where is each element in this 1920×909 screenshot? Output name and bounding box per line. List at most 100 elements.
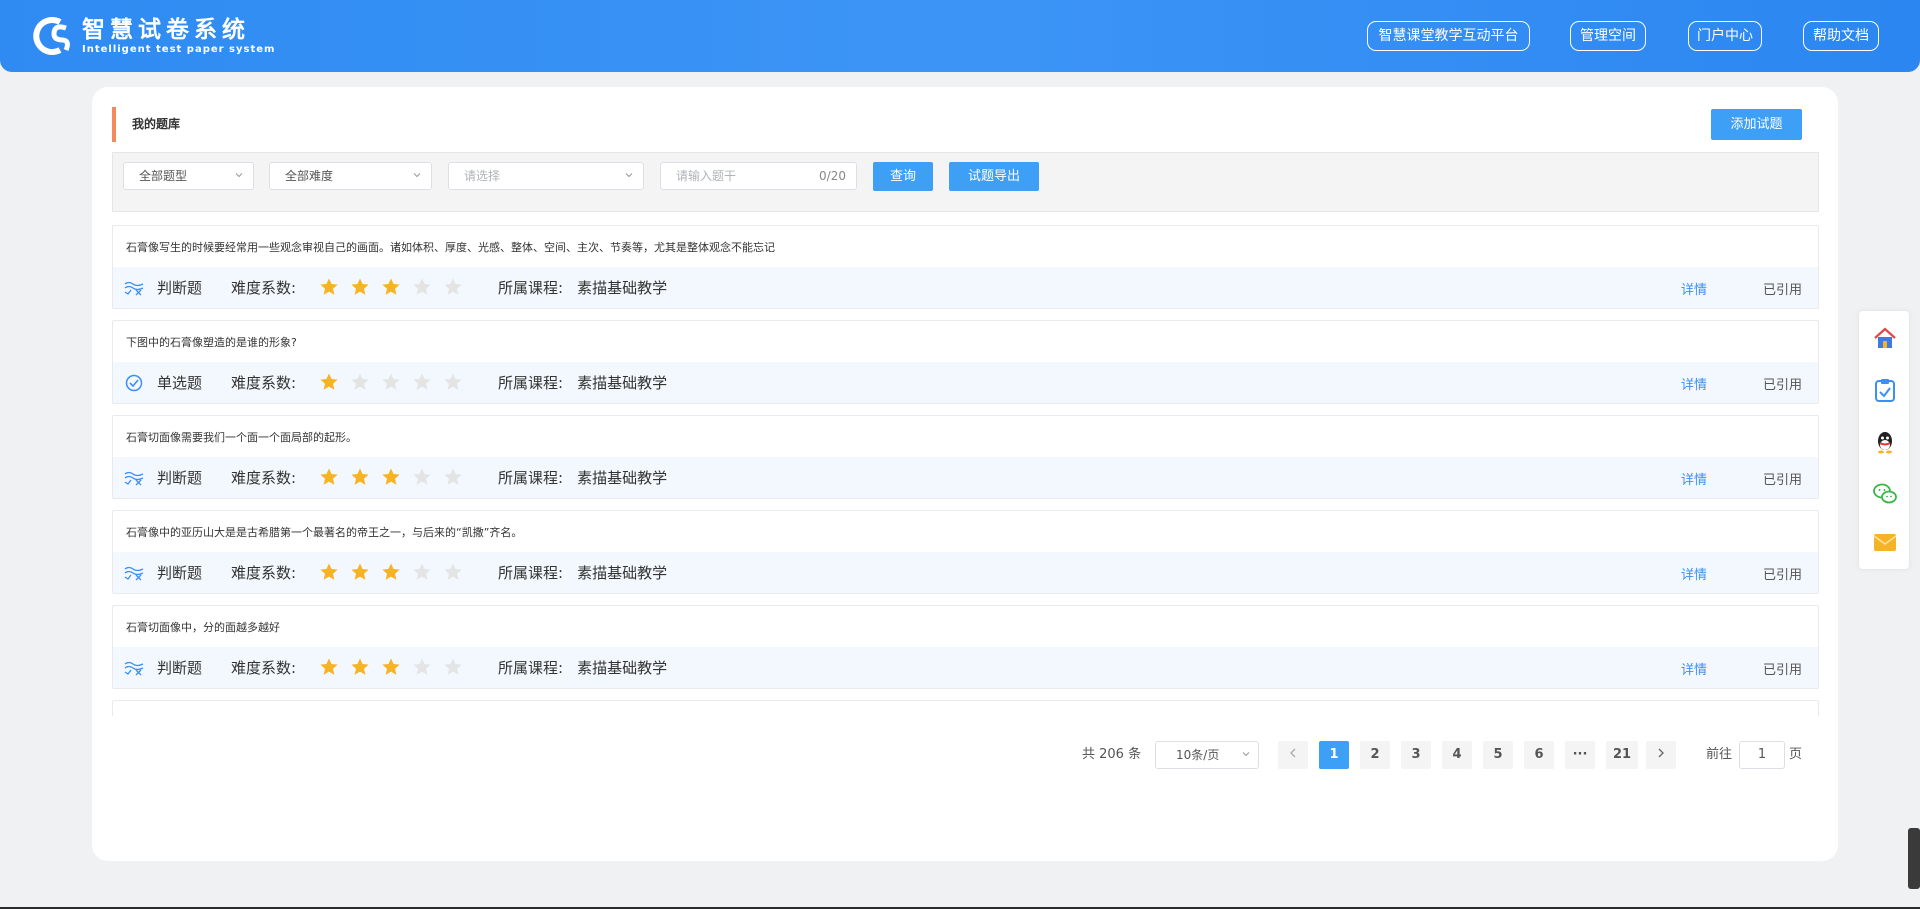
star-filled-icon: [382, 278, 400, 295]
difficulty-select[interactable]: 全部难度: [269, 162, 432, 190]
cited-status: 已引用: [1763, 473, 1803, 488]
question-type: 单选题: [157, 374, 203, 392]
check-circle-icon: [125, 374, 143, 392]
scrollbar-thumb[interactable]: [1908, 828, 1920, 889]
star-filled-icon: [382, 468, 400, 485]
cited-status: 已引用: [1763, 663, 1803, 678]
detail-link[interactable]: 详情: [1681, 564, 1707, 583]
star-filled-icon: [382, 563, 400, 580]
course-label: 所属课程:: [498, 279, 564, 297]
star-empty-icon: [444, 563, 462, 580]
question-list: 石膏像写生的时候要经常用一些观念审视自己的画面。诸如体积、厚度、光感、整体、空间…: [112, 225, 1819, 716]
course-label: 所属课程:: [498, 564, 564, 582]
section-title: 我的题库: [112, 107, 180, 142]
question-meta: 判断题 难度系数: 所属课程: 素描基础教学 详情 已引用: [113, 457, 1818, 498]
question-text: 石膏像写生的时候要经常用一些观念审视自己的画面。诸如体积、厚度、光感、整体、空间…: [126, 241, 775, 254]
goto-prefix: 前往: [1706, 747, 1733, 762]
question-text: 石膏切面像需要我们一个面一个面局部的起形。: [126, 431, 357, 444]
logo-icon: [33, 17, 70, 55]
chevron-right-icon: [1658, 748, 1664, 758]
course-name: 素描基础教学: [577, 564, 668, 582]
next-page-button[interactable]: [1646, 741, 1676, 769]
logo-title: 智慧试卷系统: [82, 16, 250, 43]
clipboard-icon[interactable]: [1872, 377, 1898, 403]
detail-link[interactable]: 详情: [1681, 279, 1707, 298]
wechat-icon[interactable]: [1872, 481, 1898, 507]
filter-bar: 全部题型 全部难度 请选择 请输入题干 0/20 查询 试题导出: [112, 152, 1819, 212]
detail-link[interactable]: 详情: [1681, 469, 1707, 488]
nav-admin-space[interactable]: 管理空间: [1570, 21, 1646, 51]
course-label: 所属课程:: [498, 469, 564, 487]
cited-status: 已引用: [1763, 283, 1803, 298]
question-meta: 单选题 难度系数: 所属课程: 素描基础教学 详情 已引用: [113, 362, 1818, 403]
page-button[interactable]: 6: [1524, 741, 1554, 769]
chevron-left-icon: [1290, 748, 1296, 758]
star-empty-icon: [413, 563, 431, 580]
home-icon[interactable]: [1872, 325, 1898, 351]
question-item: 石膏像中的亚历山大是是古希腊第一个最著名的帝王之一，与后来的“凯撒”齐名。 判断题…: [112, 510, 1819, 594]
star-empty-icon: [351, 373, 369, 390]
page-button[interactable]: 2: [1360, 741, 1390, 769]
chevron-down-icon: [235, 173, 243, 178]
page-button[interactable]: 21: [1606, 741, 1638, 769]
true-false-icon: [124, 566, 144, 581]
course-label: 所属课程:: [498, 659, 564, 677]
difficulty-stars: [319, 467, 474, 487]
question-text: 石膏切面像中，分的面越多越好: [126, 621, 280, 634]
page-button[interactable]: 3: [1401, 741, 1431, 769]
star-filled-icon: [351, 658, 369, 675]
true-false-icon: [124, 281, 144, 296]
difficulty-stars: [319, 372, 474, 392]
page-button[interactable]: 1: [1319, 741, 1349, 769]
prev-page-button[interactable]: [1278, 741, 1308, 769]
keyword-placeholder: 请输入题干: [676, 169, 737, 183]
qq-icon[interactable]: [1872, 429, 1898, 455]
difficulty-value: 全部难度: [285, 169, 334, 183]
star-filled-icon: [320, 468, 338, 485]
course-select[interactable]: 请选择: [448, 162, 644, 190]
question-meta: 判断题 难度系数: 所属课程: 素描基础教学 详情 已引用: [113, 267, 1818, 308]
keyword-counter: 0/20: [819, 169, 846, 183]
logo[interactable]: 智慧试卷系统 Intelligent test paper system: [30, 14, 275, 58]
question-type: 判断题: [157, 469, 203, 487]
course-name: 素描基础教学: [577, 279, 668, 297]
mail-icon[interactable]: [1872, 529, 1898, 555]
difficulty-stars: [319, 657, 474, 677]
page-button[interactable]: 5: [1483, 741, 1513, 769]
star-filled-icon: [320, 373, 338, 390]
star-empty-icon: [444, 278, 462, 295]
cited-status: 已引用: [1763, 378, 1803, 393]
keyword-input[interactable]: 请输入题干 0/20: [660, 162, 857, 190]
question-type-value: 全部题型: [139, 169, 188, 183]
export-button[interactable]: 试题导出: [949, 162, 1039, 191]
side-toolbar: [1859, 311, 1909, 569]
course-info: 所属课程: 素描基础教学: [498, 467, 667, 488]
page-button[interactable]: 4: [1442, 741, 1472, 769]
question-type-select[interactable]: 全部题型: [123, 162, 254, 190]
page-ellipsis[interactable]: ···: [1565, 741, 1595, 769]
star-empty-icon: [413, 658, 431, 675]
page-size-value: 10条/页: [1176, 748, 1220, 762]
page-size-select[interactable]: 10条/页: [1155, 741, 1259, 769]
add-question-button[interactable]: 添加试题: [1711, 109, 1802, 140]
difficulty-label: 难度系数:: [231, 374, 297, 392]
course-info: 所属课程: 素描基础教学: [498, 657, 667, 678]
nav-smart-classroom[interactable]: 智慧课堂教学互动平台: [1367, 21, 1530, 51]
query-button[interactable]: 查询: [873, 162, 933, 191]
question-item: 下图中的石膏像塑造的是谁的形象? 单选题 难度系数: 所属课程: 素描基础教学 详情 已引用: [112, 320, 1819, 404]
detail-link[interactable]: 详情: [1681, 659, 1707, 678]
question-text: 下图中的石膏像塑造的是谁的形象?: [126, 336, 297, 349]
star-empty-icon: [413, 373, 431, 390]
star-empty-icon: [444, 468, 462, 485]
question-type: 判断题: [157, 659, 203, 677]
course-info: 所属课程: 素描基础教学: [498, 372, 667, 393]
nav-portal[interactable]: 门户中心: [1688, 21, 1762, 51]
goto-page-input[interactable]: 1: [1739, 741, 1785, 769]
star-filled-icon: [320, 658, 338, 675]
star-filled-icon: [351, 468, 369, 485]
question-text: 石膏像中的亚历山大是是古希腊第一个最著名的帝王之一，与后来的“凯撒”齐名。: [126, 526, 523, 539]
detail-link[interactable]: 详情: [1681, 374, 1707, 393]
course-info: 所属课程: 素描基础教学: [498, 562, 667, 583]
nav-help-docs[interactable]: 帮助文档: [1803, 21, 1879, 51]
course-select-placeholder: 请选择: [464, 169, 501, 183]
